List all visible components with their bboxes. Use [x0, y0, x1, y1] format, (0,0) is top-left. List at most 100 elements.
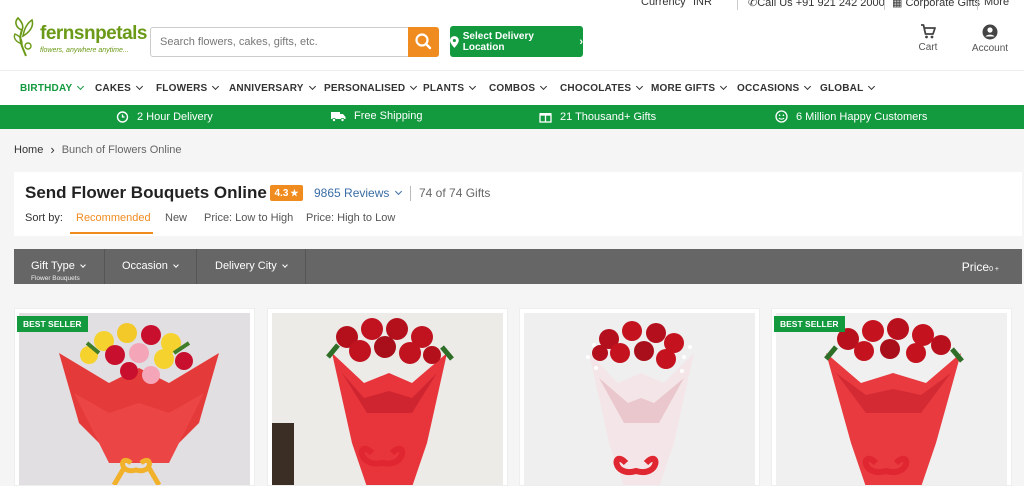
product-image[interactable] [19, 313, 250, 485]
divider [410, 186, 411, 201]
top-utility-bar: Currency INR ✆Call Us +91 921 242 2000 ▦… [0, 0, 1024, 12]
filter-occasion[interactable]: Occasion [105, 249, 197, 284]
corporate-gifts-link[interactable]: ▦ Corporate Gifts [892, 0, 980, 9]
chevron-down-icon [868, 82, 876, 91]
gift-count: 74 of 74 Gifts [419, 186, 491, 200]
red-roses-bouquet-image [776, 313, 1007, 485]
call-us-text: Call Us +91 921 242 2000 [757, 0, 885, 9]
red-roses-bouquet-image [272, 313, 503, 485]
nav-occasions[interactable]: OCCASIONS [737, 82, 812, 94]
usp-free-shipping: Free Shipping [331, 110, 423, 122]
product-image[interactable] [776, 313, 1007, 485]
sort-price-low-high[interactable]: Price: Low to High [204, 212, 293, 224]
usp-strip: 2 Hour Delivery Free Shipping 21 Thousan… [0, 105, 1024, 129]
account-button[interactable]: Account [970, 24, 1010, 54]
chevron-down-icon [804, 82, 812, 91]
chevron-down-icon [308, 82, 316, 91]
nav-flowers[interactable]: FLOWERS [156, 82, 220, 94]
product-card[interactable] [519, 308, 760, 486]
filter-delivery-city[interactable]: Delivery City [197, 249, 306, 284]
sort-recommended[interactable]: Recommended [76, 212, 151, 224]
chevron-right-icon: › [579, 35, 583, 48]
gift-icon [539, 113, 552, 123]
call-us-link[interactable]: ✆Call Us +91 921 242 2000 [748, 0, 885, 9]
divider [884, 0, 885, 10]
usp-happy-customers: 6 Million Happy Customers [775, 110, 927, 123]
best-seller-badge: BEST SELLER [774, 316, 845, 332]
price-value: 0 + [989, 266, 999, 273]
phone-icon: ✆ [748, 0, 758, 9]
product-card[interactable]: BEST SELLER [771, 308, 1012, 486]
search-button[interactable] [408, 27, 439, 57]
chevron-down-icon [79, 262, 86, 268]
product-image[interactable] [524, 313, 755, 485]
page-title: Send Flower Bouquets Online [25, 183, 267, 202]
rating-badge: 4.3 ★ [270, 185, 303, 201]
smiley-icon [775, 110, 788, 123]
usp-gifts-count: 21 Thousand+ Gifts [539, 110, 656, 123]
sort-by-label: Sort by: [25, 212, 63, 224]
nav-personalised[interactable]: PERSONALISED [324, 82, 418, 94]
search-icon [415, 33, 432, 50]
delivery-button-label: Select Delivery Location [462, 30, 534, 53]
currency-select[interactable]: INR [693, 0, 712, 8]
filter-price[interactable]: Price0 + [962, 260, 999, 274]
sort-active-underline [70, 232, 153, 234]
chevron-down-icon [469, 82, 477, 91]
listing-header: Send Flower Bouquets Online 4.3 ★ 9865 R… [14, 172, 1022, 236]
cart-icon [921, 24, 936, 39]
price-label: Price [961, 260, 990, 274]
filter-gift-type[interactable]: Gift Type Flower Bouquets [14, 249, 105, 284]
search-box [150, 27, 439, 57]
reviews-link[interactable]: 9865 Reviews [314, 186, 402, 200]
chevron-down-icon [636, 82, 644, 91]
account-label: Account [971, 43, 1009, 54]
filter-gift-type-value: Flower Bouquets [31, 275, 80, 282]
red-roses-white-wrap-bouquet-image [524, 313, 755, 485]
product-card[interactable] [267, 308, 508, 486]
star-icon: ★ [290, 187, 299, 198]
chevron-down-icon [540, 82, 548, 91]
nav-plants[interactable]: PLANTS [423, 82, 477, 94]
nav-anniversary[interactable]: ANNIVERSARY [229, 82, 316, 94]
filter-bar: Gift Type Flower Bouquets Occasion Deliv… [14, 249, 1022, 284]
corporate-gifts-text: Corporate Gifts [905, 0, 981, 9]
sort-price-high-low[interactable]: Price: High to Low [306, 212, 395, 224]
best-seller-badge: BEST SELLER [17, 316, 88, 332]
fnp-logo[interactable]: fernsnpetals flowers, anywhere anytime..… [12, 16, 147, 62]
filter-gift-type-label: Gift Type [31, 260, 75, 272]
chevron-down-icon [410, 82, 418, 91]
account-icon [982, 24, 998, 40]
chevron-right-icon: › [50, 142, 55, 157]
divider [977, 0, 978, 10]
more-menu[interactable]: More [984, 0, 1009, 8]
truck-icon [331, 112, 346, 122]
site-header: fernsnpetals flowers, anywhere anytime..… [0, 12, 1024, 70]
chevron-down-icon [281, 262, 288, 268]
location-pin-icon [450, 35, 459, 48]
nav-birthday[interactable]: BIRTHDAY [20, 82, 85, 94]
chevron-down-icon [77, 82, 85, 91]
nav-combos[interactable]: COMBOS [489, 82, 548, 94]
product-card[interactable]: BEST SELLER [14, 308, 255, 486]
search-input[interactable] [151, 28, 409, 56]
filter-occasion-label: Occasion [122, 260, 168, 272]
nav-cakes[interactable]: CAKES [95, 82, 144, 94]
divider [737, 0, 738, 10]
select-delivery-location-button[interactable]: Select Delivery Location › [450, 26, 583, 57]
nav-global[interactable]: GLOBAL [820, 82, 876, 94]
flower-logo-icon [13, 16, 34, 57]
chevron-down-icon [394, 187, 402, 196]
mixed-roses-bouquet-image [19, 313, 250, 485]
nav-more-gifts[interactable]: MORE GIFTS [651, 82, 728, 94]
chevron-down-icon [135, 82, 144, 91]
nav-chocolates[interactable]: CHOCOLATES [560, 82, 644, 94]
breadcrumb: Home › Bunch of Flowers Online [14, 142, 182, 157]
chevron-down-icon [720, 82, 728, 91]
breadcrumb-current: Bunch of Flowers Online [61, 143, 182, 156]
breadcrumb-home[interactable]: Home [14, 144, 43, 156]
chevron-down-icon [173, 262, 179, 268]
sort-new[interactable]: New [165, 212, 187, 224]
product-image[interactable] [272, 313, 503, 485]
cart-button[interactable]: Cart [915, 24, 941, 53]
